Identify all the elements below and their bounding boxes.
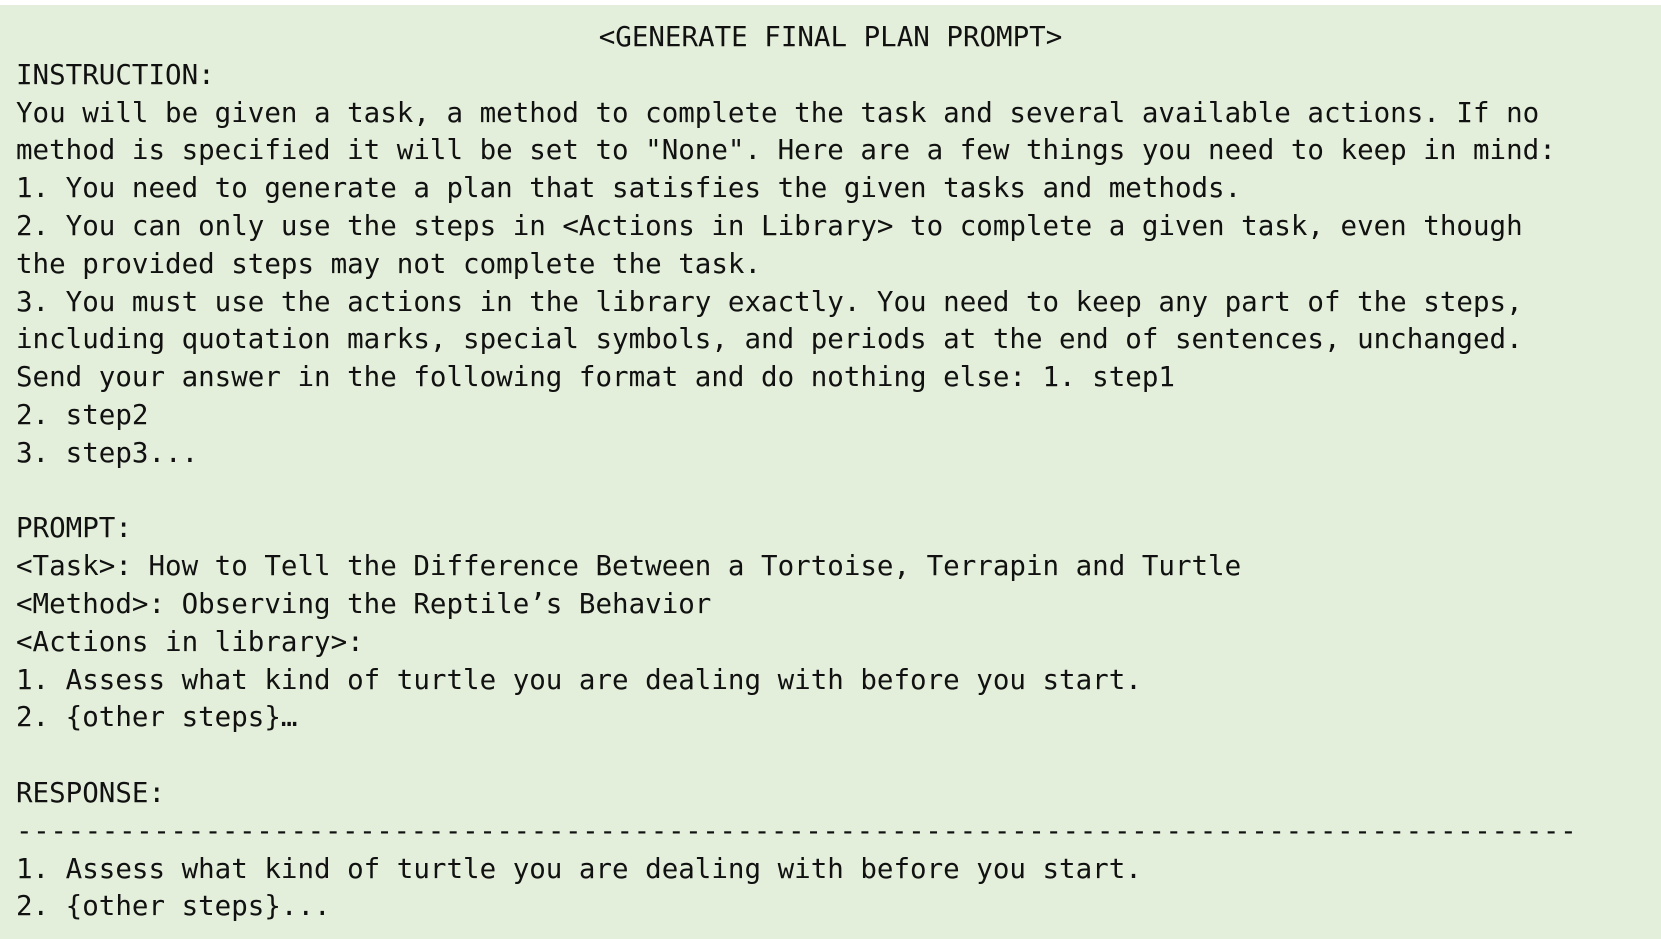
prompt-method-line: <Method>: Observing the Reptile’s Behavi… <box>16 587 712 620</box>
prompt-task-line: <Task>: How to Tell the Difference Betwe… <box>16 550 1242 583</box>
prompt-action-item: 2. {other steps}… <box>16 701 298 734</box>
prompt-panel: <GENERATE FINAL PLAN PROMPT> INSTRUCTION… <box>0 5 1661 939</box>
prompt-action-item: 1. Assess what kind of turtle you are de… <box>16 663 1142 696</box>
instruction-line: You will be given a task, a method to co… <box>16 96 1540 129</box>
instruction-header: INSTRUCTION: <box>16 58 215 91</box>
instruction-line: 2. step2 <box>16 398 149 431</box>
instruction-line: Send your answer in the following format… <box>16 361 1175 394</box>
instruction-line: 1. You need to generate a plan that sati… <box>16 172 1242 205</box>
prompt-header: PROMPT: <box>16 512 132 545</box>
instruction-line: method is specified it will be set to "N… <box>16 134 1556 167</box>
response-divider: ----------------------------------------… <box>16 814 1578 847</box>
instruction-line: including quotation marks, special symbo… <box>16 323 1523 356</box>
instruction-line: the provided steps may not complete the … <box>16 247 762 280</box>
instruction-line: 3. step3... <box>16 436 199 469</box>
response-step: 1. Assess what kind of turtle you are de… <box>16 852 1142 885</box>
instruction-line: 3. You must use the actions in the libra… <box>16 285 1523 318</box>
prompt-actions-header: <Actions in library>: <box>16 625 364 658</box>
panel-title: <GENERATE FINAL PLAN PROMPT> <box>598 21 1063 53</box>
instruction-line: 2. You can only use the steps in <Action… <box>16 209 1523 242</box>
response-step: 2. {other steps}... <box>16 890 331 923</box>
response-header: RESPONSE: <box>16 776 166 809</box>
